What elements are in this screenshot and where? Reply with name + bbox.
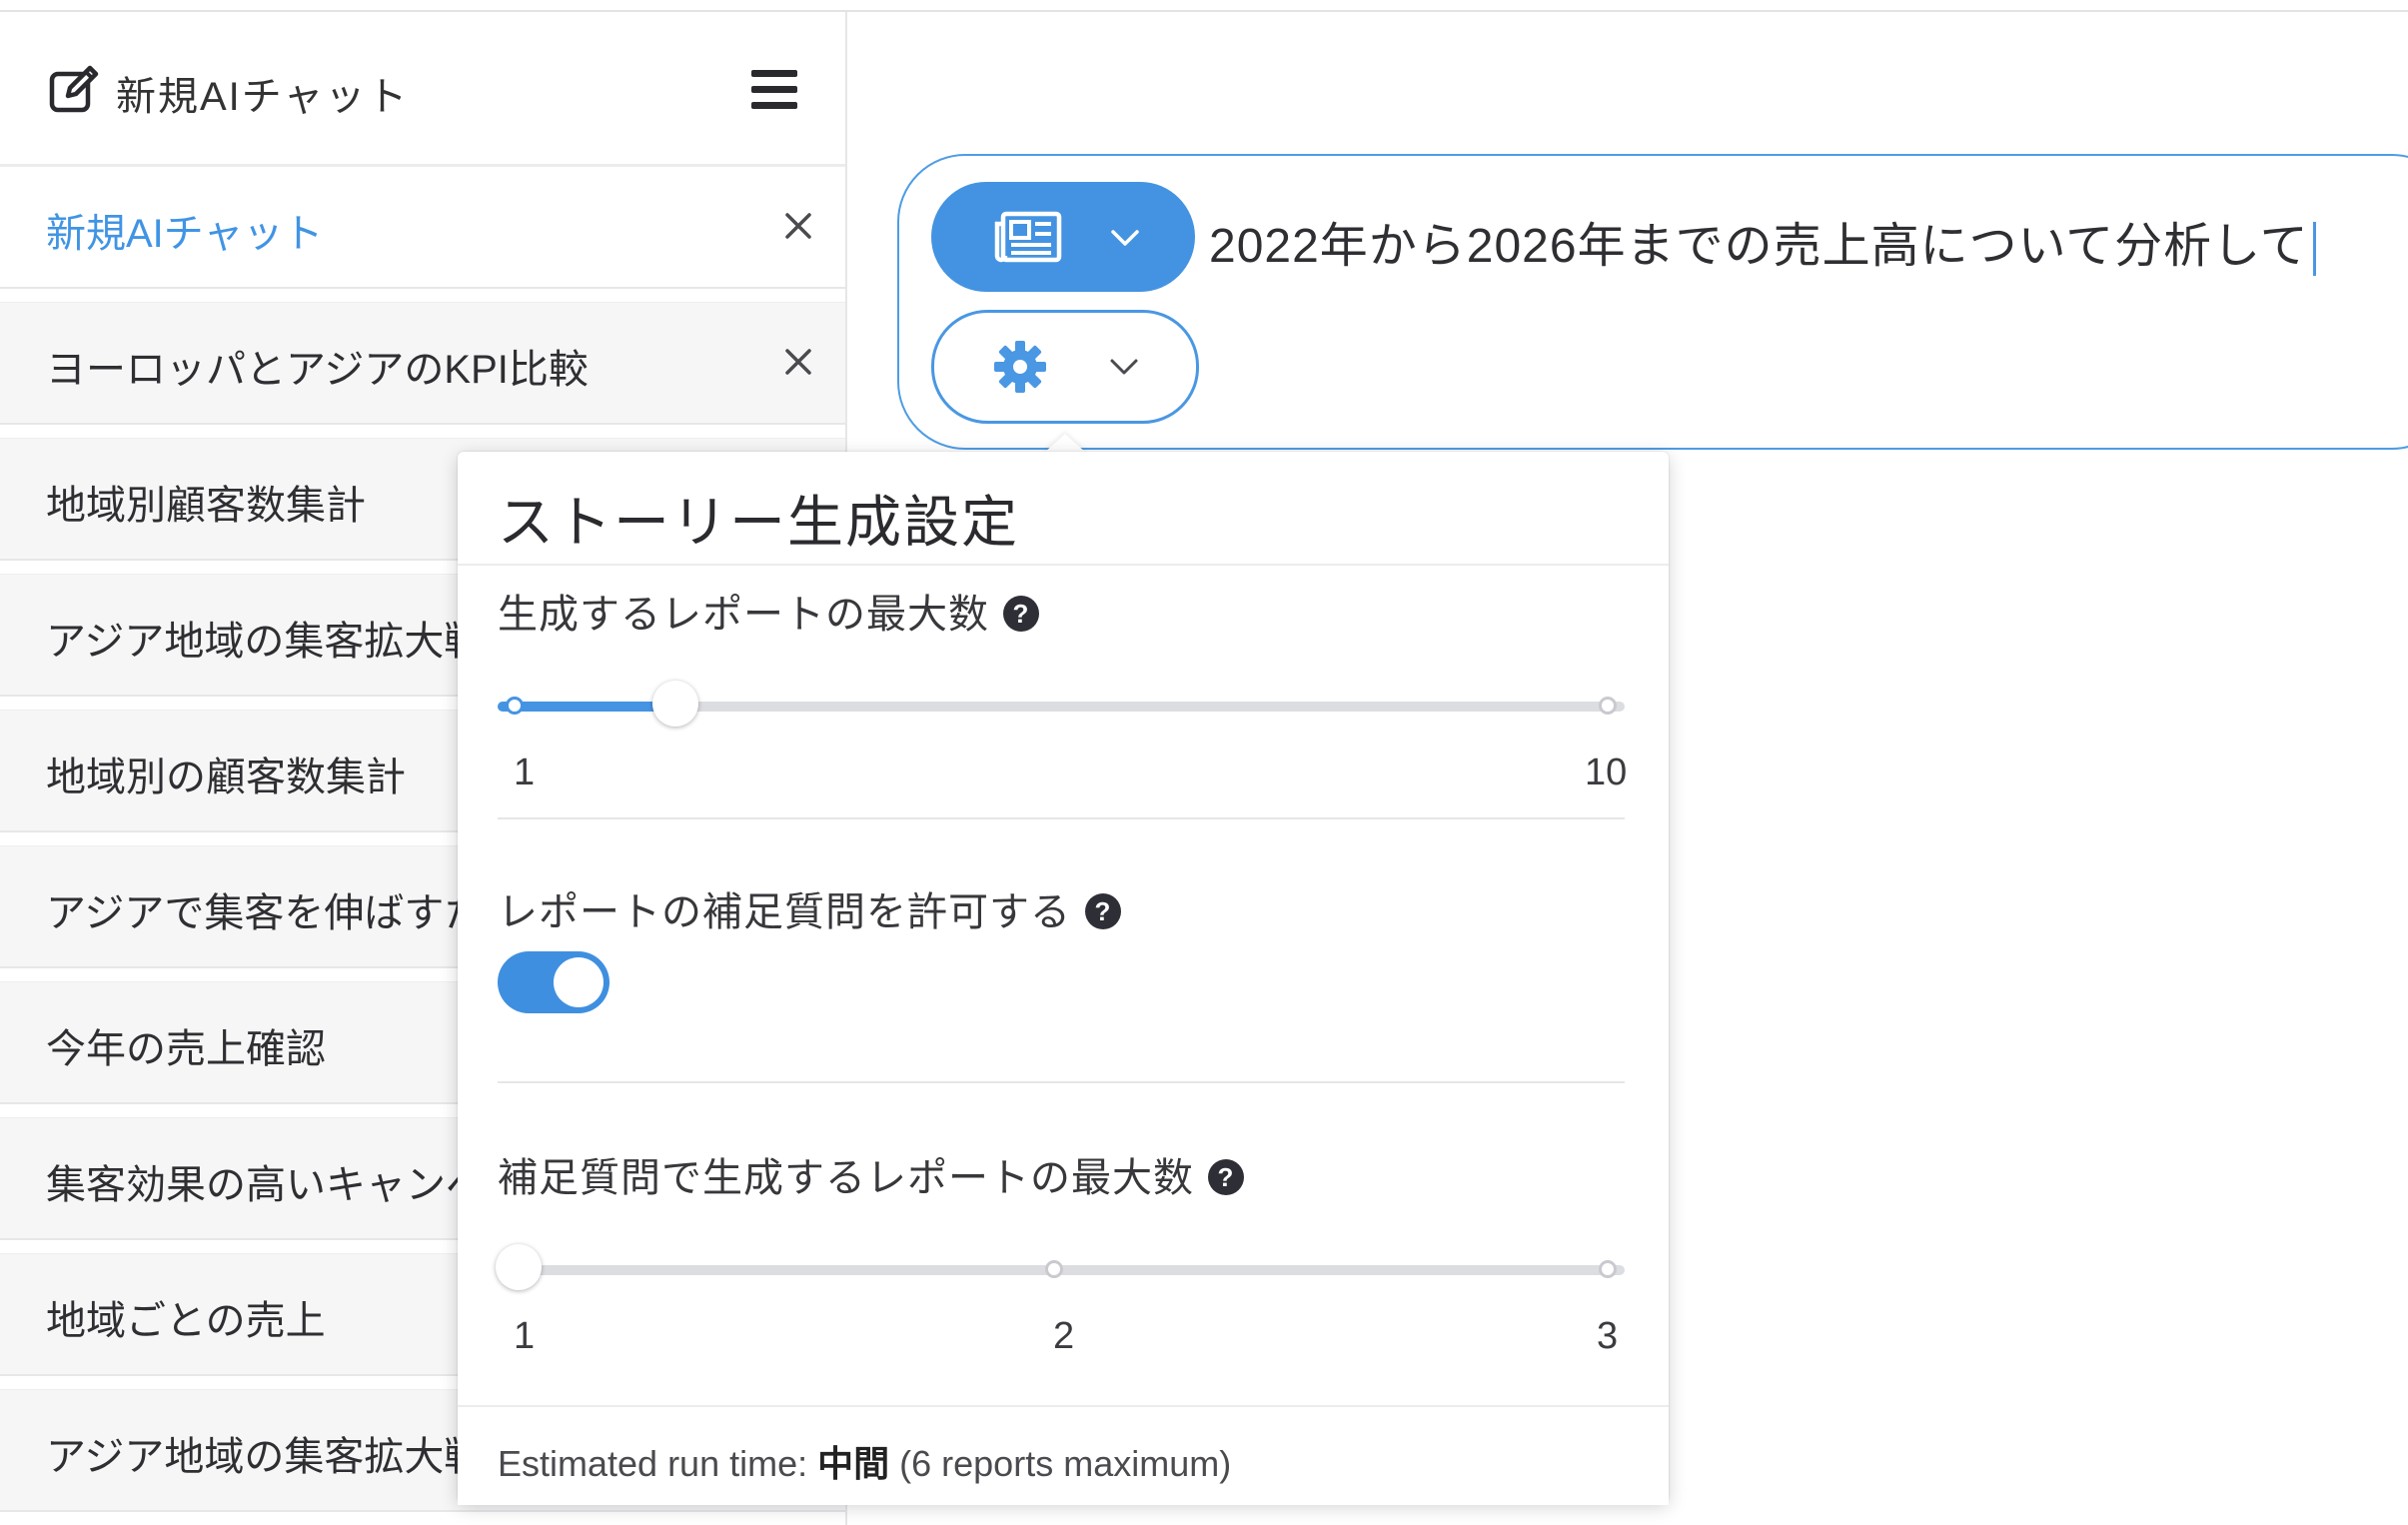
slider-tick-label: 1 — [514, 1315, 536, 1357]
chat-item-label: 今年の売上確認 — [46, 1027, 326, 1071]
close-icon[interactable] — [775, 339, 821, 385]
run-time-level: 中間 — [817, 1443, 890, 1484]
popover-arrow — [1043, 434, 1087, 454]
settings-dropdown-button[interactable] — [931, 310, 1199, 424]
help-icon[interactable]: ? — [1003, 596, 1039, 633]
hamburger-menu-icon[interactable] — [751, 70, 797, 110]
max-reports-slider[interactable] — [498, 681, 1625, 727]
new-chat-button[interactable]: 新規AIチャット — [116, 64, 409, 122]
close-icon[interactable] — [775, 203, 821, 249]
chat-item-label: 地域別の顧客数集計 — [46, 756, 406, 799]
chat-item[interactable]: 新規AIチャット — [0, 166, 845, 289]
newspaper-icon — [993, 210, 1063, 264]
chat-item-label: ヨーロッパとアジアのKPI比較 — [46, 348, 589, 392]
help-icon[interactable]: ? — [1208, 1159, 1244, 1196]
allow-followup-label: レポートの補足質問を許可する? — [498, 879, 1121, 937]
slider-max-label: 10 — [1585, 752, 1628, 793]
text-caret — [2312, 222, 2316, 277]
slider-tick — [506, 697, 524, 715]
slider-fill — [498, 702, 675, 712]
estimated-run-time: Estimated run time: 中間 (6 reports maximu… — [498, 1443, 1232, 1484]
story-settings-popover: ストーリー生成設定 生成するレポートの最大数? 1 10 レポートの補足質問を許… — [458, 452, 1669, 1505]
chat-item-label: 地域ごとの売上 — [46, 1299, 326, 1343]
followup-max-reports-label: 補足質問で生成するレポートの最大数? — [498, 1145, 1244, 1203]
slider-tick — [1599, 1260, 1617, 1278]
section-divider — [498, 1081, 1625, 1083]
chat-item-label: アジア地域の集客拡大戦 — [46, 620, 485, 664]
sidebar-header: 新規AIチャット — [0, 12, 845, 166]
allow-followup-toggle[interactable] — [498, 951, 609, 1013]
slider-min-label: 1 — [514, 752, 536, 793]
chat-item-label: 地域別顧客数集計 — [46, 484, 366, 528]
slider-thumb[interactable] — [651, 681, 698, 727]
chat-item-label: 集客効果の高いキャンペ — [46, 1163, 486, 1207]
popover-footer: Estimated run time: 中間 (6 reports maximu… — [458, 1405, 1669, 1505]
chat-item[interactable]: ヨーロッパとアジアのKPI比較 — [0, 302, 845, 425]
chat-item-label: アジアで集客を伸ばすた — [46, 891, 485, 935]
followup-max-reports-slider[interactable] — [496, 1244, 1625, 1290]
query-input[interactable]: 2022年から2026年までの売上高について分析して — [1209, 206, 2316, 277]
source-dropdown-button[interactable] — [931, 182, 1195, 292]
chat-item-label: アジア地域の集客拡大戦 — [46, 1435, 485, 1479]
help-icon[interactable]: ? — [1085, 893, 1121, 930]
max-reports-label: 生成するレポートの最大数? — [498, 582, 1039, 640]
title-divider — [458, 564, 1669, 566]
top-border — [0, 0, 2408, 12]
slider-tick-label: 2 — [1053, 1315, 1075, 1357]
gear-icon — [990, 337, 1050, 397]
popover-title: ストーリー生成設定 — [498, 491, 1019, 554]
chevron-down-icon — [1106, 351, 1142, 381]
chat-item-label: 新規AIチャット — [46, 212, 324, 256]
slider-tick-label: 3 — [1597, 1315, 1619, 1357]
query-text: 2022年から2026年までの売上高について分析して — [1209, 220, 2309, 273]
slider-thumb[interactable] — [496, 1244, 542, 1290]
chevron-down-icon — [1107, 222, 1143, 252]
slider-tick — [1045, 1260, 1063, 1278]
slider-tick — [1599, 697, 1617, 715]
toggle-knob — [554, 957, 603, 1007]
edit-icon[interactable] — [48, 62, 102, 116]
section-divider — [498, 817, 1625, 819]
